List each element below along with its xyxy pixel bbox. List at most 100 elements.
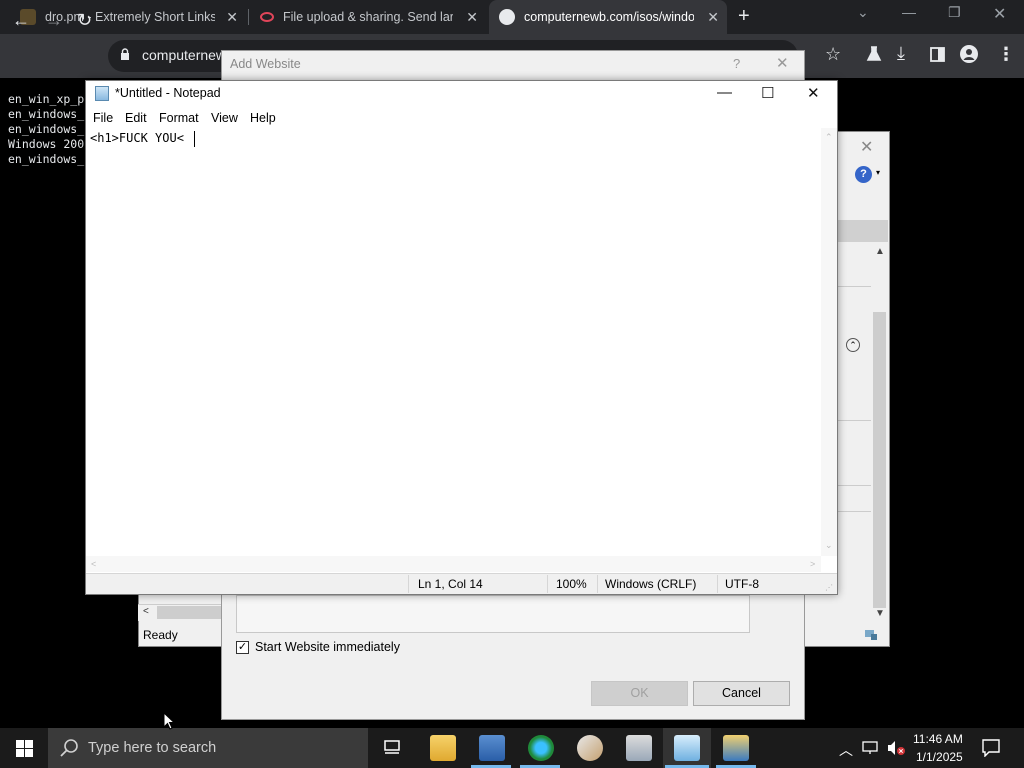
scroll-down-arrow-icon[interactable]: ⌄ (825, 540, 833, 551)
search-placeholder[interactable]: Type here to search (88, 740, 216, 756)
tab-file-upload[interactable]: File upload & sharing. Send larg ✕ (250, 0, 486, 34)
iso-link[interactable]: en_windows_ (8, 122, 84, 137)
menu-help[interactable]: Help (250, 111, 276, 125)
iis-pane-header (838, 220, 888, 242)
iso-link[interactable]: en_windows_ (8, 152, 84, 167)
new-tab-button[interactable]: + (738, 5, 750, 28)
start-website-label[interactable]: Start Website immediately (255, 640, 400, 654)
forward-button[interactable]: → (45, 10, 63, 31)
line-endings: Windows (CRLF) (605, 577, 697, 591)
text-caret (194, 131, 195, 147)
tab-title: File upload & sharing. Send larg (283, 10, 453, 24)
side-panel-icon[interactable] (930, 47, 945, 62)
notepad-taskbar-icon[interactable] (674, 735, 700, 761)
menu-view[interactable]: View (211, 111, 238, 125)
back-button[interactable]: ← (12, 10, 30, 31)
iis-status-text: Ready (143, 628, 178, 642)
notifications-icon[interactable] (982, 739, 1000, 757)
windows-start-icon[interactable] (16, 740, 33, 757)
iso-link[interactable]: Windows 200 (8, 137, 84, 152)
divider (838, 511, 871, 512)
status-separator (597, 575, 598, 593)
scroll-left-arrow-icon[interactable]: < (143, 606, 149, 617)
network-status-icon (865, 630, 877, 640)
scrollbar-thumb[interactable] (157, 606, 221, 619)
dialog-help-button[interactable]: ? (733, 56, 740, 71)
browser-close-button[interactable]: ✕ (993, 4, 1006, 24)
task-view-icon[interactable] (382, 738, 402, 758)
divider (838, 485, 871, 486)
start-website-checkbox[interactable]: ✓ (236, 641, 249, 654)
help-icon[interactable]: ? (855, 166, 872, 183)
upload-site-favicon-icon (260, 12, 274, 22)
scroll-up-arrow-icon[interactable]: ⌃ (825, 132, 833, 143)
status-separator (547, 575, 548, 593)
divider (838, 420, 871, 421)
notepad-close-button[interactable]: ✕ (807, 84, 820, 102)
show-hidden-icons-chevron-icon[interactable]: ︿ (839, 740, 853, 760)
search-icon (60, 739, 78, 757)
notepad-minimize-button[interactable]: — (717, 84, 732, 101)
browser-restore-button[interactable]: ❐ (948, 4, 961, 21)
paint-icon[interactable] (577, 735, 603, 761)
server-manager-icon[interactable] (479, 735, 505, 761)
profile-avatar-icon[interactable] (960, 45, 978, 63)
remote-desktop-icon[interactable] (626, 735, 652, 761)
browser-minimize-button[interactable]: — (902, 4, 916, 20)
collapse-up-icon[interactable]: ⌃ (846, 338, 860, 352)
mouse-cursor-icon (163, 712, 175, 730)
scroll-up-arrow-icon[interactable]: ▲ (875, 246, 885, 257)
downloads-icon[interactable]: ⤓ (897, 43, 905, 64)
notepad-horizontal-scrollbar[interactable] (86, 556, 821, 572)
reload-button[interactable]: ↻ (77, 10, 92, 31)
dialog-title: Add Website (230, 57, 301, 71)
labs-flask-icon[interactable] (866, 46, 882, 62)
clock-time[interactable]: 11:46 AM (913, 732, 963, 746)
encoding: UTF-8 (725, 577, 759, 591)
clock-date[interactable]: 1/1/2025 (916, 750, 963, 764)
computernewb-favicon-icon (499, 9, 515, 25)
divider (838, 286, 871, 287)
url-text[interactable]: computernew (142, 47, 226, 63)
file-explorer-icon[interactable] (430, 735, 456, 761)
tab-dro-pm[interactable]: dro.pm - Extremely Short Links ✕ (8, 0, 246, 34)
bookmark-star-icon[interactable]: ☆ (825, 44, 841, 65)
site-settings-panel (236, 595, 750, 633)
iis-close-button[interactable]: ✕ (860, 137, 873, 157)
iis-manager-icon[interactable] (723, 735, 749, 761)
iso-link[interactable]: en_windows_ (8, 107, 84, 122)
browser-app-icon[interactable] (528, 735, 554, 761)
status-separator (717, 575, 718, 593)
network-icon[interactable] (862, 741, 880, 755)
notepad-vertical-scrollbar[interactable] (821, 128, 837, 556)
scroll-right-arrow-icon[interactable]: > (810, 559, 815, 569)
notepad-icon (95, 86, 109, 101)
tab-separator (248, 9, 249, 25)
tab-computernewb[interactable]: computernewb.com/isos/windo ✕ (489, 0, 727, 34)
tab-close-icon[interactable]: ✕ (707, 9, 719, 26)
tab-close-icon[interactable]: ✕ (226, 9, 238, 26)
scrollbar-thumb[interactable] (873, 312, 886, 608)
zoom-level: 100% (556, 577, 587, 591)
resize-grip-icon[interactable]: ⋰ (825, 583, 833, 592)
tab-search-chevron-icon[interactable]: ⌄ (857, 4, 869, 21)
iso-link[interactable]: en_win_xp_p (8, 92, 84, 107)
status-separator (408, 575, 409, 593)
dialog-close-button[interactable]: ✕ (776, 54, 789, 72)
ok-button[interactable]: OK (591, 681, 688, 706)
menu-edit[interactable]: Edit (125, 111, 147, 125)
notepad-text-content[interactable]: <h1>FUCK YOU< (90, 131, 184, 145)
menu-file[interactable]: File (93, 111, 113, 125)
lock-icon (121, 48, 129, 60)
notepad-text-area[interactable] (86, 128, 821, 556)
scroll-left-arrow-icon[interactable]: < (91, 559, 96, 569)
tab-title: dro.pm - Extremely Short Links (45, 10, 215, 24)
browser-menu-icon[interactable]: ⋮ (997, 44, 1015, 65)
menu-format[interactable]: Format (159, 111, 199, 125)
notepad-maximize-button[interactable]: ☐ (761, 84, 774, 102)
tab-close-icon[interactable]: ✕ (466, 9, 478, 26)
scroll-down-arrow-icon[interactable]: ▼ (875, 608, 885, 619)
help-dropdown-icon[interactable]: ▾ (876, 168, 880, 177)
volume-muted-icon[interactable] (886, 740, 906, 756)
cancel-button[interactable]: Cancel (693, 681, 790, 706)
